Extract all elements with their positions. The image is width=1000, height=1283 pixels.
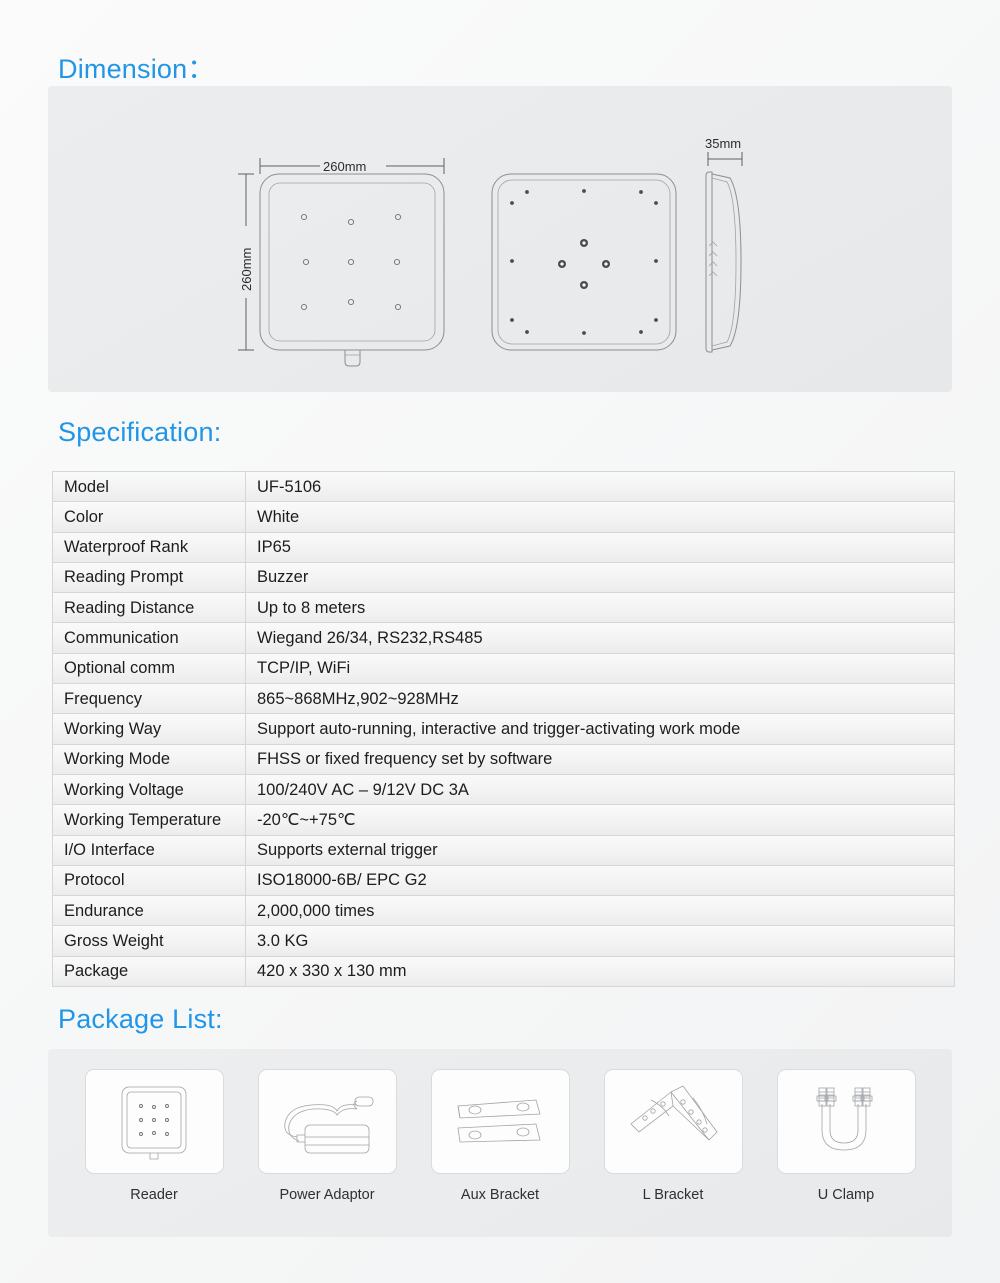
page-title-dimension: Dimension： [58, 54, 215, 84]
package-list-item: Power Adaptor [257, 1069, 397, 1203]
reader-icon [121, 1086, 187, 1159]
spec-value: 420 x 330 x 130 mm [245, 956, 955, 988]
package-item-thumbnail [84, 1069, 224, 1174]
page-title-package-list: Package List: [58, 1004, 223, 1034]
package-item-thumbnail [603, 1069, 743, 1174]
spec-key: Working Temperature [52, 804, 246, 836]
spec-key: I/O Interface [52, 835, 246, 866]
spec-value: FHSS or fixed frequency set by software [245, 744, 955, 775]
spec-key: Color [52, 501, 246, 533]
product-spec-page: Dimension： 260mm 260mm 35mm Specificatio… [0, 0, 1000, 1283]
spec-key: Communication [52, 622, 246, 654]
spec-key: Working Mode [52, 744, 246, 775]
spec-value: 2,000,000 times [245, 895, 955, 927]
package-list-item: L Bracket [603, 1069, 743, 1203]
table-row: Package 420 x 330 x 130 mm [52, 956, 955, 988]
spec-value: Supports external trigger [245, 835, 955, 866]
spec-key: Reading Prompt [52, 562, 246, 594]
table-row: Waterproof Rank IP65 [52, 532, 955, 563]
spec-value: Support auto-running, interactive and tr… [245, 713, 955, 745]
package-item-label: Reader [130, 1187, 178, 1203]
package-item-thumbnail [257, 1069, 397, 1174]
spec-value: 3.0 KG [245, 925, 955, 957]
spec-value: UF-5106 [245, 471, 955, 503]
table-row: Optional comm TCP/IP, WiFi [52, 653, 955, 685]
spec-value: White [245, 501, 955, 533]
package-item-thumbnail [776, 1069, 916, 1174]
package-list-item: U Clamp [776, 1069, 916, 1203]
l-bracket-icon [630, 1084, 718, 1141]
package-item-label: L Bracket [642, 1187, 704, 1203]
package-list-item: Aux Bracket [430, 1069, 570, 1203]
package-list-panel: Reader Power Adaptor Aux Bracket L Brack… [48, 1049, 952, 1237]
spec-value: -20℃~+75℃ [245, 804, 955, 836]
side-view [705, 152, 743, 353]
spec-key: Model [52, 471, 246, 503]
table-row: I/O Interface Supports external trigger [52, 835, 955, 866]
depth-dimension-line [707, 152, 743, 166]
table-row: Working Voltage 100/240V AC – 9/12V DC 3A [52, 774, 955, 806]
spec-value: ISO18000-6B/ EPC G2 [245, 865, 955, 897]
package-item-label: Power Adaptor [279, 1187, 375, 1203]
spec-key: Optional comm [52, 653, 246, 685]
table-row: Model UF-5106 [52, 471, 955, 503]
height-dimension-label: 260mm [239, 248, 254, 291]
spec-key: Working Voltage [52, 774, 246, 806]
spec-value: 100/240V AC – 9/12V DC 3A [245, 774, 955, 806]
spec-key: Working Way [52, 713, 246, 745]
table-row: Color White [52, 501, 955, 533]
table-row: Reading Distance Up to 8 meters [52, 592, 955, 624]
spec-key: Frequency [52, 683, 246, 715]
mounting-holes [558, 239, 610, 289]
package-item-label: U Clamp [817, 1187, 875, 1203]
spec-value: Buzzer [245, 562, 955, 594]
table-row: Endurance 2,000,000 times [52, 895, 955, 927]
page-title-specification: Specification: [58, 417, 222, 447]
spec-value: IP65 [245, 532, 955, 563]
spec-value: Up to 8 meters [245, 592, 955, 624]
table-row: Communication Wiegand 26/34, RS232,RS485 [52, 622, 955, 654]
spec-key: Protocol [52, 865, 246, 897]
spec-key: Reading Distance [52, 592, 246, 624]
depth-dimension-label: 35mm [705, 136, 741, 151]
table-row: Protocol ISO18000-6B/ EPC G2 [52, 865, 955, 897]
spec-value: Wiegand 26/34, RS232,RS485 [245, 622, 955, 654]
package-item-thumbnail [430, 1069, 570, 1174]
specification-table: Model UF-5106 Color White Waterproof Rank IP6… [52, 471, 955, 988]
spec-key: Waterproof Rank [52, 532, 246, 563]
spec-key: Package [52, 956, 246, 988]
table-row: Frequency 865~868MHz,902~928MHz [52, 683, 955, 715]
dimension-drawing: 260mm 260mm 35mm [48, 86, 952, 392]
spec-key: Gross Weight [52, 925, 246, 957]
u-clamp-icon [816, 1087, 873, 1150]
spec-key: Endurance [52, 895, 246, 927]
power-adaptor-icon [284, 1096, 374, 1153]
spec-value: 865~868MHz,902~928MHz [245, 683, 955, 715]
back-view [491, 173, 677, 351]
table-row: Gross Weight 3.0 KG [52, 925, 955, 957]
package-list-item: Reader [84, 1069, 224, 1203]
package-item-label: Aux Bracket [460, 1187, 540, 1203]
table-row: Working Mode FHSS or fixed frequency set … [52, 744, 955, 775]
table-row: Working Temperature -20℃~+75℃ [52, 804, 955, 836]
table-row: Reading Prompt Buzzer [52, 562, 955, 594]
package-list-row: Reader Power Adaptor Aux Bracket L Brack… [48, 1049, 952, 1237]
front-view [238, 158, 445, 367]
spec-value: TCP/IP, WiFi [245, 653, 955, 685]
aux-bracket-icon [457, 1099, 541, 1142]
table-row: Working Way Support auto-running, interac… [52, 713, 955, 745]
dimension-panel: 260mm 260mm 35mm [48, 86, 952, 392]
width-dimension-label: 260mm [323, 159, 366, 174]
